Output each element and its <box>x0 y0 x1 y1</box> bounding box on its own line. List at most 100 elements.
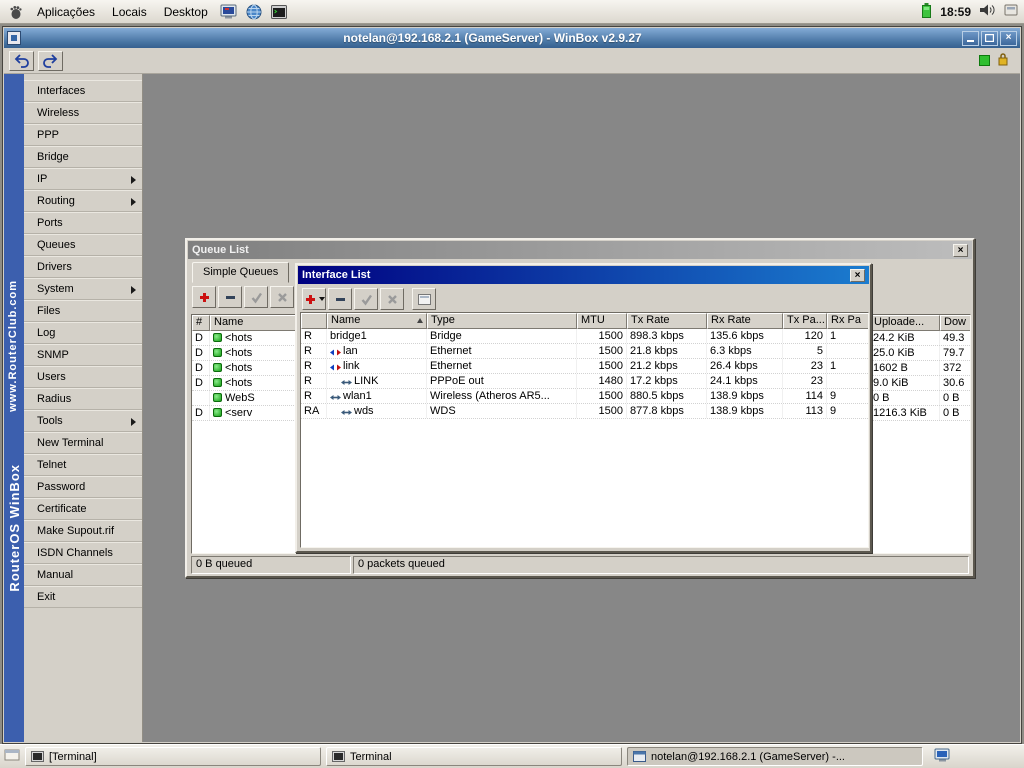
terminal-icon[interactable] <box>267 2 291 22</box>
sidebar-item-password[interactable]: Password <box>24 476 142 498</box>
clock[interactable]: 18:59 <box>940 5 971 19</box>
column-header-tx-rate[interactable]: Tx Rate <box>627 313 707 329</box>
sidebar-item-system[interactable]: System <box>24 278 142 300</box>
row-uploaded: 0 B <box>870 391 940 405</box>
redo-button[interactable] <box>38 50 63 71</box>
column-header-tx-packets[interactable]: Tx Pa... <box>783 313 827 329</box>
menu-desktop[interactable]: Desktop <box>156 3 216 21</box>
sidebar-item-interfaces[interactable]: Interfaces <box>24 80 142 102</box>
minimize-button[interactable] <box>962 30 979 46</box>
interface-list-window: Interface List × Name Type MTU Tx Rate R… <box>295 263 872 553</box>
tray-monitor-icon[interactable] <box>934 748 951 766</box>
column-header-rx-packets[interactable]: Rx Pa <box>827 313 868 329</box>
row-flags: R <box>301 344 327 358</box>
column-header-download[interactable]: Dow <box>940 315 970 331</box>
undo-button[interactable] <box>9 50 34 71</box>
sidebar-item-ports[interactable]: Ports <box>24 212 142 234</box>
row-name-cell: lan <box>327 344 427 358</box>
menu-applications[interactable]: Aplicações <box>29 3 103 21</box>
sidebar-item-certificate[interactable]: Certificate <box>24 498 142 520</box>
table-row[interactable]: R lan Ethernet 1500 21.8 kbps 6.3 kbps 5 <box>301 344 868 359</box>
column-header-flags[interactable] <box>301 313 327 329</box>
table-row[interactable]: R link Ethernet 1500 21.2 kbps 26.4 kbps… <box>301 359 868 374</box>
interface-list-title-bar[interactable]: Interface List × <box>298 266 869 284</box>
sidebar-item-exit[interactable]: Exit <box>24 586 142 608</box>
remove-icon <box>335 297 345 301</box>
sidebar-item-ip[interactable]: IP <box>24 168 142 190</box>
sidebar-item-radius[interactable]: Radius <box>24 388 142 410</box>
queue-list-title-bar[interactable]: Queue List × <box>188 241 972 259</box>
sidebar-item-tools[interactable]: Tools <box>24 410 142 432</box>
sidebar-item-log[interactable]: Log <box>24 322 142 344</box>
sidebar-item-routing[interactable]: Routing <box>24 190 142 212</box>
taskbar-item-winbox[interactable]: notelan@192.168.2.1 (GameServer) -... <box>627 747 923 766</box>
enable-button[interactable] <box>244 286 268 308</box>
sidebar-item-new-terminal[interactable]: New Terminal <box>24 432 142 454</box>
table-row[interactable]: R wlan1 Wireless (Atheros AR5... 1500 88… <box>301 389 868 404</box>
battery-icon[interactable] <box>921 2 932 22</box>
sidebar-item-snmp[interactable]: SNMP <box>24 344 142 366</box>
maximize-button[interactable] <box>981 30 998 46</box>
column-header-rx-rate[interactable]: Rx Rate <box>707 313 783 329</box>
column-header-mtu[interactable]: MTU <box>577 313 627 329</box>
sidebar-item-bridge[interactable]: Bridge <box>24 146 142 168</box>
submenu-arrow-icon <box>131 176 136 184</box>
globe-icon[interactable] <box>242 2 266 22</box>
remove-button[interactable] <box>328 288 352 310</box>
close-icon[interactable]: × <box>953 243 968 257</box>
sidebar-item-users[interactable]: Users <box>24 366 142 388</box>
taskbar: [Terminal] Terminal notelan@192.168.2.1 … <box>0 744 1024 768</box>
applet-icon[interactable] <box>1004 3 1018 20</box>
sidebar-item-drivers[interactable]: Drivers <box>24 256 142 278</box>
sidebar-item-wireless[interactable]: Wireless <box>24 102 142 124</box>
disable-button[interactable] <box>380 288 404 310</box>
taskbar-item-terminal-min[interactable]: [Terminal] <box>25 747 321 766</box>
remove-button[interactable] <box>218 286 242 308</box>
window-list-icon[interactable] <box>4 748 20 765</box>
close-icon[interactable]: × <box>850 268 865 282</box>
table-row[interactable]: R bridge1 Bridge 1500 898.3 kbps 135.6 k… <box>301 329 868 344</box>
monitor-icon[interactable] <box>217 2 241 22</box>
add-dropdown-button[interactable] <box>302 288 326 310</box>
tab-simple-queues[interactable]: Simple Queues <box>192 262 290 283</box>
queue-icon <box>213 408 222 417</box>
column-header-name[interactable]: Name <box>327 313 427 329</box>
main-toolbar <box>4 48 1020 74</box>
row-rx-packets <box>827 374 868 388</box>
taskbar-item-terminal[interactable]: Terminal <box>326 747 622 766</box>
column-header-uploaded[interactable]: Uploade... <box>870 315 940 331</box>
row-uploaded: 9.0 KiB <box>870 376 940 390</box>
main-title-bar[interactable]: notelan@192.168.2.1 (GameServer) - WinBo… <box>4 28 1020 48</box>
menu-places[interactable]: Locais <box>104 3 155 21</box>
column-header-hash[interactable]: # <box>192 315 210 331</box>
desktop: Aplicações Locais Desktop 18:59 notelan@… <box>0 0 1024 768</box>
chevron-down-icon <box>318 297 325 301</box>
sidebar-item-make-supout[interactable]: Make Supout.rif <box>24 520 142 542</box>
row-flags: R <box>301 359 327 373</box>
sidebar-item-telnet[interactable]: Telnet <box>24 454 142 476</box>
row-tx-rate: 21.2 kbps <box>627 359 707 373</box>
volume-icon[interactable] <box>979 3 996 20</box>
interface-table: Name Type MTU Tx Rate Rx Rate Tx Pa... R… <box>300 312 869 548</box>
sidebar-item-queues[interactable]: Queues <box>24 234 142 256</box>
gnome-foot-icon[interactable] <box>4 2 28 22</box>
sidebar-item-manual[interactable]: Manual <box>24 564 142 586</box>
row-tx-packets: 23 <box>783 374 827 388</box>
disable-button[interactable] <box>270 286 294 308</box>
row-tx-rate: 17.2 kbps <box>627 374 707 388</box>
enable-button[interactable] <box>354 288 378 310</box>
row-name-cell: LINK <box>327 374 427 388</box>
add-button[interactable] <box>192 286 216 308</box>
row-name-cell: wlan1 <box>327 389 427 403</box>
sidebar-item-isdn-channels[interactable]: ISDN Channels <box>24 542 142 564</box>
sidebar-item-files[interactable]: Files <box>24 300 142 322</box>
details-button[interactable] <box>412 288 436 310</box>
sidebar-item-ppp[interactable]: PPP <box>24 124 142 146</box>
link-icon <box>341 407 352 416</box>
table-row[interactable]: R LINK PPPoE out 1480 17.2 kbps 24.1 kbp… <box>301 374 868 389</box>
row-rx-rate: 138.9 kbps <box>707 404 783 418</box>
close-button[interactable]: × <box>1000 30 1017 46</box>
enable-icon <box>361 294 372 305</box>
table-row[interactable]: RA wds WDS 1500 877.8 kbps 138.9 kbps 11… <box>301 404 868 419</box>
column-header-type[interactable]: Type <box>427 313 577 329</box>
